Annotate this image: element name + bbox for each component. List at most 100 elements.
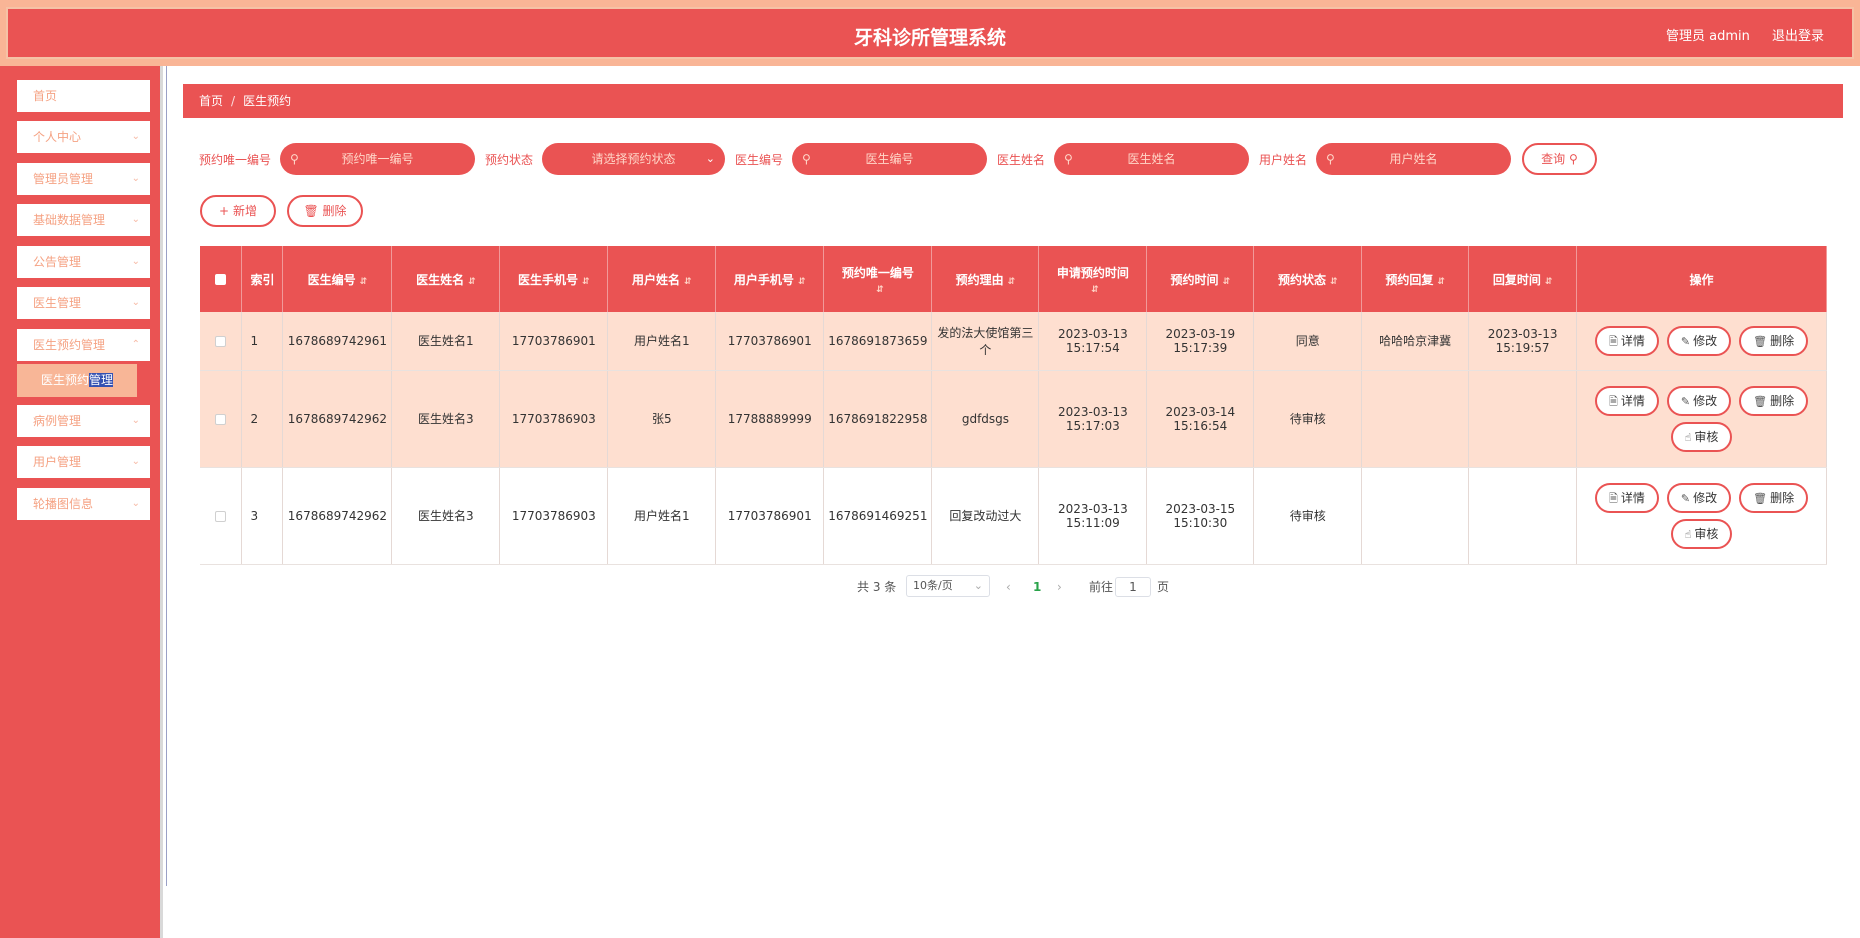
header-label: 用户手机号	[733, 272, 794, 287]
sidebar-item-label: 轮播图信息	[33, 497, 94, 511]
audit-button[interactable]: ☝ 审核	[1670, 421, 1733, 452]
sidebar-item-home[interactable]: 首页	[17, 80, 150, 112]
page-size-select[interactable]: 10条/页 ⌄	[906, 575, 990, 597]
header-reply-time[interactable]: 回复时间 ⇵	[1468, 246, 1578, 312]
delete-button[interactable]: 🗑 删除	[1739, 385, 1809, 416]
header-user-phone[interactable]: 用户手机号 ⇵	[715, 246, 825, 312]
sidebar-item-doctor-appointment[interactable]: 医生预约管理 ⌃	[17, 329, 150, 361]
header-user-area: 管理员 admin 退出登录	[1648, 25, 1824, 44]
sort-icon[interactable]: ⇵	[1091, 285, 1099, 295]
chevron-down-icon: ⌄	[131, 256, 140, 267]
edit-button[interactable]: ✎ 修改	[1666, 325, 1732, 356]
sort-icon[interactable]: ⇵	[684, 277, 692, 287]
user-name-input[interactable]: ⚲ 用户姓名	[1316, 143, 1511, 175]
cell-index: 1	[241, 312, 284, 371]
sidebar-item-base-data[interactable]: 基础数据管理 ⌄	[17, 204, 150, 236]
header-appt-no[interactable]: 预约唯一编号 ⇵	[823, 246, 933, 312]
sort-icon[interactable]: ⇵	[1223, 277, 1231, 287]
prev-page-icon[interactable]: ‹	[1006, 575, 1011, 599]
header-status[interactable]: 预约状态 ⇵	[1253, 246, 1363, 312]
header-reason[interactable]: 预约理由 ⇵	[931, 246, 1040, 312]
header-reply[interactable]: 预约回复 ⇵	[1361, 246, 1470, 312]
doctor-no-input[interactable]: ⚲ 医生编号	[792, 143, 987, 175]
select-all-checkbox[interactable]	[215, 274, 227, 285]
doctor-no-label: 医生编号	[735, 153, 784, 167]
delete-button[interactable]: 🗑 删除	[1739, 325, 1809, 356]
doctor-name-input[interactable]: ⚲ 医生姓名	[1054, 143, 1249, 175]
edit-button-label: 修改	[1693, 490, 1718, 505]
edit-button[interactable]: ✎ 修改	[1666, 482, 1732, 513]
sort-icon[interactable]: ⇵	[360, 277, 368, 287]
header-doctor-name[interactable]: 医生姓名 ⇵	[391, 246, 501, 312]
chevron-down-icon: ⌄	[973, 579, 983, 592]
search-bar: 预约唯一编号 ⚲ 预约唯一编号 预约状态 请选择预约状态 ⌄ 医生编号 ⚲ 医生编号 …	[199, 143, 1699, 175]
table-row[interactable]: 2 1678689742962 医生姓名3 17703786903 张5 177…	[200, 370, 1827, 468]
sidebar-item-user[interactable]: 用户管理 ⌄	[17, 446, 150, 478]
pencil-icon: ✎	[1680, 491, 1691, 505]
sidebar-subitem-doctor-appointment[interactable]: 医生预约管理	[17, 364, 137, 397]
cell-user-phone: 17788889999	[715, 370, 825, 468]
sort-icon[interactable]: ⇵	[582, 277, 590, 287]
goto-label: 前往	[1089, 580, 1114, 594]
add-button[interactable]: + 新增	[200, 195, 276, 227]
appt-status-select[interactable]: 请选择预约状态 ⌄	[542, 143, 725, 175]
header-appt-time[interactable]: 预约时间 ⇵	[1146, 246, 1255, 312]
chevron-down-icon: ⌄	[131, 214, 140, 225]
sidebar-item-notice[interactable]: 公告管理 ⌄	[17, 246, 150, 278]
page-number-current[interactable]: 1	[1033, 575, 1041, 599]
logout-link[interactable]: 退出登录	[1772, 29, 1824, 44]
next-page-icon[interactable]: ›	[1057, 575, 1062, 599]
doctor-name-placeholder: 医生姓名	[1127, 152, 1176, 166]
header-label: 回复时间	[1492, 272, 1541, 287]
batch-delete-button[interactable]: 🗑 删除	[287, 195, 363, 227]
table-row[interactable]: 1 1678689742961 医生姓名1 17703786901 用户姓名1 …	[200, 312, 1827, 371]
sidebar-item-carousel[interactable]: 轮播图信息 ⌄	[17, 488, 150, 520]
sidebar-item-admin-manage[interactable]: 管理员管理 ⌄	[17, 163, 150, 195]
sidebar-item-case[interactable]: 病例管理 ⌄	[17, 405, 150, 437]
detail-button[interactable]: 🗎 详情	[1594, 385, 1659, 416]
detail-button[interactable]: 🗎 详情	[1594, 325, 1659, 356]
cell-doctor-phone: 17703786901	[499, 312, 609, 371]
sort-icon[interactable]: ⇵	[468, 277, 476, 287]
cell-doctor-name: 医生姓名1	[391, 312, 501, 371]
sort-icon[interactable]: ⇵	[1437, 277, 1445, 287]
cell-operations: 🗎 详情 ✎ 修改 🗑 删除	[1576, 312, 1827, 371]
add-button-label: 新增	[232, 204, 257, 218]
cell-appt-no: 1678691469251	[823, 467, 933, 565]
goto-page-input[interactable]: 1	[1115, 577, 1151, 597]
header-label: 医生姓名	[416, 272, 465, 287]
row-checkbox[interactable]	[215, 413, 227, 425]
header-doctor-no[interactable]: 医生编号 ⇵	[282, 246, 393, 312]
header-apply-time[interactable]: 申请预约时间 ⇵	[1038, 246, 1148, 312]
sidebar-item-doctor[interactable]: 医生管理 ⌄	[17, 287, 150, 319]
cell-status: 同意	[1253, 312, 1363, 371]
chevron-down-icon: ⌄	[705, 152, 715, 165]
current-user-label: 管理员 admin	[1665, 29, 1750, 44]
breadcrumb-home[interactable]: 首页	[199, 94, 223, 108]
audit-button[interactable]: ☝ 审核	[1670, 518, 1733, 549]
detail-button[interactable]: 🗎 详情	[1594, 482, 1659, 513]
sort-icon[interactable]: ⇵	[798, 277, 806, 287]
sort-icon[interactable]: ⇵	[1330, 277, 1338, 287]
cell-reply	[1361, 370, 1470, 468]
delete-button[interactable]: 🗑 删除	[1739, 482, 1809, 513]
row-checkbox[interactable]	[215, 335, 227, 347]
sort-icon[interactable]: ⇵	[876, 285, 884, 295]
row-select-cell	[200, 370, 243, 468]
edit-button[interactable]: ✎ 修改	[1666, 385, 1732, 416]
sort-icon[interactable]: ⇵	[1008, 277, 1016, 287]
query-button[interactable]: 查询 ⚲	[1522, 143, 1597, 175]
sort-icon[interactable]: ⇵	[1545, 277, 1553, 287]
appt-no-input[interactable]: ⚲ 预约唯一编号	[280, 143, 475, 175]
search-icon: ⚲	[1064, 152, 1073, 166]
trash-icon: 🗑	[1753, 334, 1768, 348]
table-header-row: 索引 医生编号 ⇵ 医生姓名 ⇵ 医生手机号 ⇵ 用户姓名 ⇵ 用户手机号 ⇵ 预约唯一编…	[200, 246, 1827, 312]
row-checkbox[interactable]	[215, 510, 227, 522]
sidebar-item-personal-center[interactable]: 个人中心 ⌄	[17, 121, 150, 153]
header-doctor-phone[interactable]: 医生手机号 ⇵	[499, 246, 609, 312]
chevron-up-icon: ⌃	[131, 339, 140, 350]
table-row[interactable]: 3 1678689742962 医生姓名3 17703786903 用户姓名1 …	[200, 467, 1827, 565]
header-user-name[interactable]: 用户姓名 ⇵	[607, 246, 717, 312]
user-name-label: 用户姓名	[1259, 153, 1308, 167]
sidebar-item-label: 用户管理	[33, 455, 82, 469]
